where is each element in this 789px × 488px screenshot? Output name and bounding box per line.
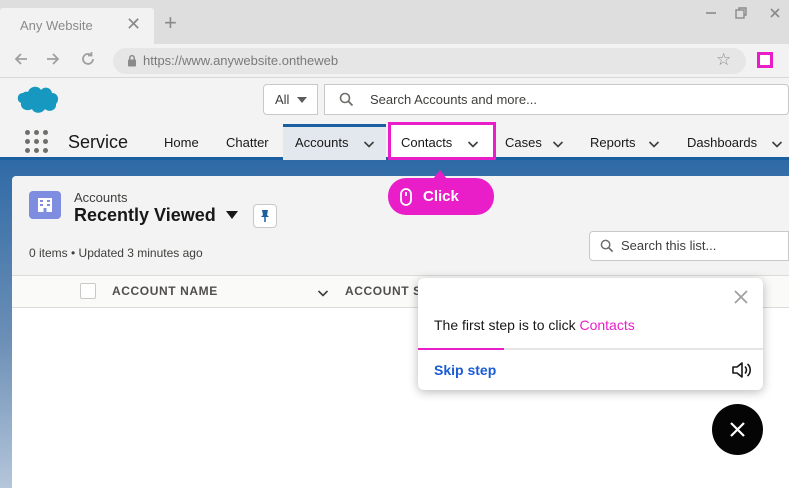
- nav-item-dashboards[interactable]: Dashboards: [687, 135, 757, 150]
- nav-item-accounts[interactable]: Accounts: [295, 135, 348, 150]
- close-icon[interactable]: [733, 287, 749, 309]
- chevron-down-icon: [297, 97, 307, 103]
- extension-icon[interactable]: [757, 52, 773, 68]
- chevron-down-icon[interactable]: [552, 137, 564, 149]
- speaker-icon[interactable]: [731, 360, 753, 385]
- salesforce-logo[interactable]: [16, 84, 60, 119]
- global-search-placeholder: Search Accounts and more...: [370, 92, 537, 107]
- search-scope-select[interactable]: [263, 84, 318, 115]
- list-view-title[interactable]: Recently Viewed: [74, 205, 216, 226]
- lock-icon: [127, 54, 137, 72]
- close-icon[interactable]: [729, 421, 746, 443]
- nav-item-reports[interactable]: Reports: [590, 135, 636, 150]
- app-launcher-icon[interactable]: [24, 129, 48, 153]
- app-name: Service: [68, 132, 129, 152]
- skip-step-button[interactable]: Skip step: [434, 362, 496, 378]
- mouse-icon: [398, 188, 414, 211]
- minimize-icon[interactable]: [699, 6, 723, 26]
- step-instruction: The first step is to click Contacts: [434, 317, 635, 333]
- column-header-account-site[interactable]: ACCOUNT S: [345, 284, 422, 298]
- chevron-down-icon[interactable]: [771, 137, 783, 149]
- object-label: Accounts: [74, 190, 128, 205]
- chevron-down-icon[interactable]: [467, 137, 479, 149]
- browser-tab-title: Any Website: [20, 18, 93, 33]
- search-icon: [339, 92, 354, 112]
- search-scope-label: All: [275, 92, 290, 107]
- reload-icon[interactable]: [77, 50, 99, 72]
- search-icon: [600, 239, 614, 258]
- tab-close-icon[interactable]: ✕: [126, 15, 141, 33]
- restore-icon[interactable]: [729, 6, 753, 26]
- account-object-icon: [29, 191, 61, 219]
- chevron-down-icon[interactable]: [363, 137, 375, 149]
- nav-item-cases[interactable]: Cases: [505, 135, 542, 150]
- select-all-checkbox[interactable]: [80, 283, 96, 299]
- step-progress-fill: [418, 348, 504, 350]
- pin-list-button[interactable]: [253, 204, 277, 228]
- new-tab-icon[interactable]: +: [164, 12, 177, 34]
- nav-item-contacts[interactable]: Contacts: [401, 135, 452, 150]
- list-status-text: 0 items • Updated 3 minutes ago: [29, 246, 203, 260]
- list-view-switcher-icon[interactable]: [226, 211, 238, 219]
- nav-item-home[interactable]: Home: [164, 135, 199, 150]
- list-search-placeholder: Search this list...: [621, 238, 717, 253]
- tooltip-label: Click: [423, 188, 459, 205]
- step-instruction-target: Contacts: [579, 317, 635, 333]
- step-instruction-text: The first step is to click: [434, 317, 580, 333]
- back-icon[interactable]: [10, 50, 32, 72]
- chevron-down-icon[interactable]: [648, 137, 660, 149]
- window-close-icon[interactable]: [763, 6, 787, 26]
- nav-item-chatter[interactable]: Chatter: [226, 135, 269, 150]
- bookmark-star-icon[interactable]: ☆: [716, 51, 731, 69]
- chevron-down-icon[interactable]: [317, 286, 329, 298]
- column-header-account-name[interactable]: ACCOUNT NAME: [112, 284, 218, 298]
- url-text[interactable]: https://www.anywebsite.ontheweb: [143, 53, 338, 68]
- forward-icon[interactable]: [42, 50, 64, 72]
